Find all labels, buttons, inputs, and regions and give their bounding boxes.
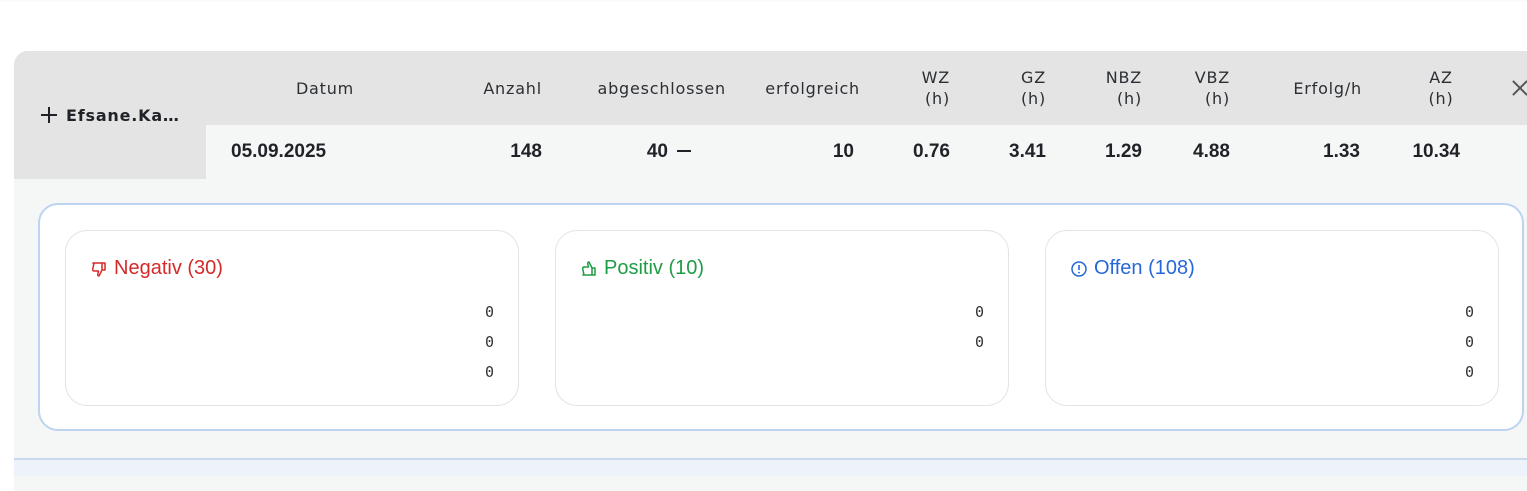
user-name: Efsane.Ka… xyxy=(66,105,180,125)
offen-title[interactable]: Offen (108) xyxy=(1070,257,1195,280)
thumbs-up-icon xyxy=(581,260,596,276)
plus-icon xyxy=(40,106,58,124)
cell-wz: 0.76 xyxy=(913,141,950,162)
cell-abgeschlossen: 40 xyxy=(646,141,668,162)
info-circle-icon xyxy=(1071,260,1087,277)
positiv-values: 0 0 xyxy=(974,303,984,351)
positiv-card: Positiv (10) 0 0 xyxy=(555,230,1009,406)
offen-values: 0 0 0 xyxy=(1464,303,1474,381)
cell-az: 10.34 xyxy=(1412,141,1460,162)
column-header-vbz[interactable]: VBZ (h) xyxy=(1170,51,1230,125)
collapse-dash-icon[interactable] xyxy=(677,150,691,152)
next-row-edge xyxy=(14,458,1527,476)
cell-datum: 05.09.2025 xyxy=(231,141,327,162)
column-header-erfolgreich[interactable]: erfolgreich xyxy=(744,51,860,125)
offen-card: Offen (108) 0 0 0 xyxy=(1045,230,1499,406)
column-header-erfolg-h[interactable]: Erfolg/h xyxy=(1278,51,1362,125)
thumbs-down-icon xyxy=(91,261,106,277)
column-header-gz[interactable]: GZ (h) xyxy=(990,51,1046,125)
negativ-values: 0 0 0 xyxy=(484,303,494,381)
negativ-title[interactable]: Negativ (30) xyxy=(90,257,223,280)
cell-vbz: 4.88 xyxy=(1193,141,1230,162)
cell-gz: 3.41 xyxy=(1009,141,1046,162)
column-header-az[interactable]: AZ (h) xyxy=(1410,51,1472,125)
column-header-wz[interactable]: WZ (h) xyxy=(894,51,950,125)
column-header-nbz[interactable]: NBZ (h) xyxy=(1082,51,1142,125)
close-icon[interactable] xyxy=(1512,80,1527,96)
top-strip xyxy=(0,0,1527,2)
negativ-card: Negativ (30) 0 0 0 xyxy=(65,230,519,406)
positiv-title[interactable]: Positiv (10) xyxy=(580,257,704,280)
cell-anzahl: 148 xyxy=(510,141,542,162)
cell-erfolg-h: 1.33 xyxy=(1323,141,1360,162)
cell-erfolgreich: 10 xyxy=(832,141,854,162)
column-header-anzahl[interactable]: Anzahl xyxy=(454,51,542,125)
column-header-datum[interactable]: Datum xyxy=(280,51,370,125)
column-header-abgeschlossen[interactable]: abgeschlossen xyxy=(574,51,726,125)
expand-user-toggle[interactable]: Efsane.Ka… xyxy=(14,51,206,179)
cell-nbz: 1.29 xyxy=(1105,141,1142,162)
